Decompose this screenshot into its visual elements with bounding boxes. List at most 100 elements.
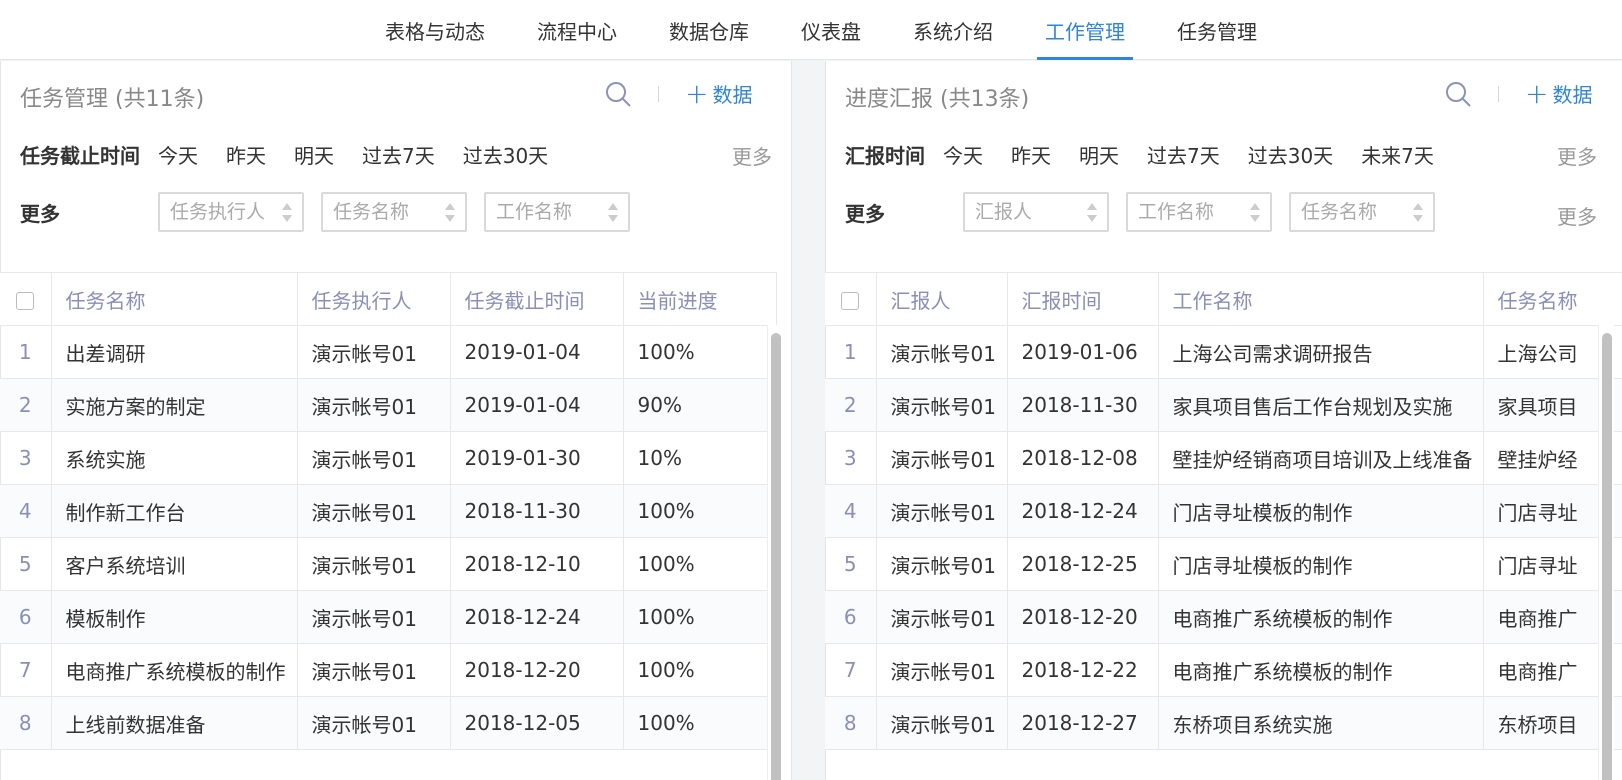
column-header[interactable]: 当前进度 <box>623 272 777 326</box>
table-row[interactable]: 8 演示帐号01 2018-12-27 东桥项目系统实施 东桥项目 <box>825 696 1622 750</box>
filter-option[interactable]: 过去30天 <box>1248 140 1333 169</box>
tab-item[interactable]: 工作管理 <box>1019 0 1151 60</box>
table-row[interactable]: 8 上线前数据准备 演示帐号01 2018-12-05 100% <box>0 696 777 750</box>
more-filter-link[interactable]: 更多 <box>732 141 772 170</box>
filter-select[interactable]: 任务名称 <box>321 192 467 232</box>
scrollbar[interactable] <box>767 325 783 780</box>
scrollbar-thumb[interactable] <box>1602 333 1612 780</box>
sort-arrows-icon <box>445 203 455 223</box>
column-header[interactable]: 任务名称 <box>1483 272 1622 326</box>
tab-item[interactable]: 流程中心 <box>511 0 643 60</box>
table-row[interactable]: 1 演示帐号01 2019-01-06 上海公司需求调研报告 上海公司 <box>825 325 1622 379</box>
add-data-button[interactable]: + 数据 <box>685 79 752 108</box>
filter-option[interactable]: 过去30天 <box>463 140 548 169</box>
table-row[interactable]: 1 出差调研 演示帐号01 2019-01-04 100% <box>0 325 777 379</box>
filter-option[interactable]: 明天 <box>294 140 334 169</box>
filter-option[interactable]: 过去7天 <box>362 140 435 169</box>
row-index: 4 <box>825 484 877 538</box>
filter-option[interactable]: 今天 <box>943 140 983 169</box>
select-all-checkbox[interactable] <box>841 291 860 310</box>
column-header[interactable]: 任务截止时间 <box>450 272 624 326</box>
table-row[interactable]: 6 模板制作 演示帐号01 2018-12-24 100% <box>0 590 777 644</box>
search-icon[interactable] <box>1444 80 1472 108</box>
table-cell: 制作新工作台 <box>51 484 298 538</box>
column-header[interactable]: 任务执行人 <box>297 272 451 326</box>
table-header-row: 汇报人 汇报时间 工作名称 任务名称 <box>825 272 1622 326</box>
select-all-cell[interactable] <box>825 272 877 326</box>
tab-item[interactable]: 系统介绍 <box>887 0 1019 60</box>
filter-select[interactable]: 任务执行人 <box>158 192 304 232</box>
column-header[interactable]: 汇报人 <box>876 272 1008 326</box>
column-header[interactable]: 工作名称 <box>1158 272 1484 326</box>
filter-select[interactable]: 工作名称 <box>484 192 630 232</box>
filter-select[interactable]: 任务名称 <box>1289 192 1435 232</box>
report-table: 汇报人 汇报时间 工作名称 任务名称 1 演示帐号01 2019-01-06 上海公司需求调研… <box>825 272 1622 750</box>
table-row[interactable]: 2 实施方案的制定 演示帐号01 2019-01-04 90% <box>0 378 777 432</box>
table-row[interactable]: 4 演示帐号01 2018-12-24 门店寻址模板的制作 门店寻址 <box>825 484 1622 538</box>
table-row[interactable]: 7 演示帐号01 2018-12-22 电商推广系统模板的制作 电商推广 <box>825 643 1622 697</box>
tool-divider <box>658 85 659 102</box>
table-cell: 2018-12-10 <box>450 537 624 591</box>
table-cell: 家具项目售后工作台规划及实施 <box>1158 378 1484 432</box>
table-cell: 演示帐号01 <box>876 431 1008 485</box>
search-icon[interactable] <box>604 80 632 108</box>
table-cell: 演示帐号01 <box>876 590 1008 644</box>
row-index: 4 <box>0 484 52 538</box>
table-row[interactable]: 5 客户系统培训 演示帐号01 2018-12-10 100% <box>0 537 777 591</box>
table-row[interactable]: 4 制作新工作台 演示帐号01 2018-11-30 100% <box>0 484 777 538</box>
filter-option[interactable]: 过去7天 <box>1147 140 1220 169</box>
more-filter-link[interactable]: 更多 <box>1557 141 1597 170</box>
more-select-link[interactable]: 更多 <box>1557 201 1597 230</box>
table-row[interactable]: 6 演示帐号01 2018-12-20 电商推广系统模板的制作 电商推广 <box>825 590 1622 644</box>
filter-select[interactable]: 汇报人 <box>963 192 1109 232</box>
table-cell: 2018-11-30 <box>1007 378 1159 432</box>
table-cell: 2019-01-06 <box>1007 325 1159 379</box>
table-row[interactable]: 3 演示帐号01 2018-12-08 壁挂炉经销商项目培训及上线准备 壁挂炉经 <box>825 431 1622 485</box>
tool-divider <box>1498 85 1499 102</box>
row-index: 5 <box>0 537 52 591</box>
panel-tools: + 数据 <box>604 79 752 108</box>
tab-item[interactable]: 数据仓库 <box>643 0 775 60</box>
table-cell: 100% <box>623 537 777 591</box>
table-cell: 模板制作 <box>51 590 298 644</box>
table-cell: 2018-12-27 <box>1007 696 1159 750</box>
table-row[interactable]: 2 演示帐号01 2018-11-30 家具项目售后工作台规划及实施 家具项目 <box>825 378 1622 432</box>
add-data-button[interactable]: + 数据 <box>1525 79 1592 108</box>
tab-item[interactable]: 表格与动态 <box>359 0 511 60</box>
panel-title: 进度汇报 (共13条) <box>845 87 1030 112</box>
table-cell: 电商推广系统模板的制作 <box>51 643 298 697</box>
table-row[interactable]: 3 系统实施 演示帐号01 2019-01-30 10% <box>0 431 777 485</box>
select-placeholder: 汇报人 <box>975 201 1033 223</box>
tab-item[interactable]: 仪表盘 <box>775 0 887 60</box>
task-table: 任务名称 任务执行人 任务截止时间 当前进度 1 出差调研 演示帐号01 2019-01-04… <box>0 272 777 750</box>
table-cell: 演示帐号01 <box>297 378 451 432</box>
table-cell: 电商推广系统模板的制作 <box>1158 643 1484 697</box>
table-row[interactable]: 5 演示帐号01 2018-12-25 门店寻址模板的制作 门店寻址 <box>825 537 1622 591</box>
scrollbar[interactable] <box>1598 325 1614 780</box>
plus-icon: + <box>1525 76 1549 110</box>
table-cell: 演示帐号01 <box>297 643 451 697</box>
filter-option[interactable]: 明天 <box>1079 140 1119 169</box>
panel-tools: + 数据 <box>1444 79 1592 108</box>
table-cell: 100% <box>623 696 777 750</box>
select-all-checkbox[interactable] <box>16 291 35 310</box>
filter-option[interactable]: 昨天 <box>1011 140 1051 169</box>
filter-option[interactable]: 未来7天 <box>1361 140 1434 169</box>
column-header[interactable]: 任务名称 <box>51 272 298 326</box>
tab-item[interactable]: 任务管理 <box>1151 0 1283 60</box>
sort-arrows-icon <box>1413 203 1423 223</box>
column-header[interactable]: 汇报时间 <box>1007 272 1159 326</box>
report-panel: 进度汇报 (共13条) + 数据 汇报时间 今天 昨天 明天 过去7天 过去30天 未来7… <box>825 61 1622 780</box>
filter-label: 汇报时间 <box>845 143 925 168</box>
table-row[interactable]: 7 电商推广系统模板的制作 演示帐号01 2018-12-20 100% <box>0 643 777 697</box>
filter-option[interactable]: 昨天 <box>226 140 266 169</box>
table-cell: 壁挂炉经销商项目培训及上线准备 <box>1158 431 1484 485</box>
select-placeholder: 任务名称 <box>333 201 410 223</box>
sort-arrows-icon <box>282 203 292 223</box>
table-cell: 2018-11-30 <box>450 484 624 538</box>
filter-select[interactable]: 工作名称 <box>1126 192 1272 232</box>
filter-option[interactable]: 今天 <box>158 140 198 169</box>
scrollbar-thumb[interactable] <box>771 333 781 780</box>
select-all-cell[interactable] <box>0 272 52 326</box>
table-cell: 演示帐号01 <box>876 378 1008 432</box>
